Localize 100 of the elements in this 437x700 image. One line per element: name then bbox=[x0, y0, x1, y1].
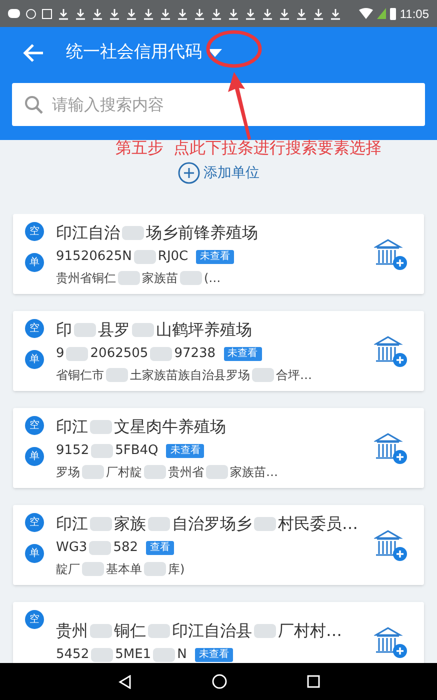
redaction-smear bbox=[91, 444, 114, 458]
wifi-icon bbox=[358, 8, 373, 19]
unit-name: 印 bbox=[56, 319, 72, 342]
unviewed-tag: 未查看 bbox=[166, 444, 204, 458]
download-icon bbox=[245, 8, 256, 20]
back-arrow-icon[interactable] bbox=[22, 43, 44, 63]
download-icon bbox=[92, 8, 103, 20]
add-unit-button[interactable]: 添加单位 bbox=[178, 162, 260, 184]
unit-address: 家族苗… bbox=[230, 464, 278, 481]
unit-address: 厂村靛 bbox=[106, 464, 142, 481]
unit-address: 基本单 bbox=[106, 560, 142, 578]
redaction-smear bbox=[252, 368, 274, 382]
unit-badge: 单 bbox=[25, 447, 44, 466]
unit-card[interactable]: 空 单 印 县罗 山鹤坪养殖场 9 2062505 97238 未查看 省铜仁市 土家族苗族自治县罗场 合坪… bbox=[13, 311, 424, 391]
recents-icon[interactable] bbox=[306, 675, 320, 688]
download-icon bbox=[279, 8, 290, 20]
unit-card[interactable]: 空 单 印江自治 场乡前锋养殖场 91520625N RJ0C 未查看 贵州省铜仁 家族苗 (… bbox=[13, 214, 424, 294]
search-icon bbox=[24, 94, 44, 114]
unit-code: 9152 bbox=[56, 442, 90, 460]
unit-badge: 空 bbox=[25, 513, 44, 532]
home-icon[interactable] bbox=[212, 674, 226, 689]
bank-add-icon bbox=[374, 528, 408, 562]
unit-badge: 空 bbox=[25, 319, 44, 338]
unit-address: (… bbox=[204, 270, 221, 287]
search-type-dropdown[interactable]: 统一社会信用代码 bbox=[66, 40, 222, 66]
redaction-smear bbox=[89, 541, 112, 555]
download-icon bbox=[313, 8, 324, 20]
annotation-caption: 第五步 点此下拉条进行搜索要素选择 bbox=[115, 137, 382, 159]
unit-name: 场乡前锋养殖场 bbox=[146, 222, 258, 244]
annotation-arrow bbox=[228, 72, 252, 140]
redaction-smear bbox=[180, 270, 202, 285]
redaction-smear bbox=[148, 624, 170, 638]
unit-code: 2062505 bbox=[90, 345, 148, 364]
redaction-smear bbox=[254, 517, 276, 532]
signal-icon bbox=[376, 8, 386, 19]
unviewed-tag: 未查看 bbox=[196, 250, 234, 264]
download-icon bbox=[228, 8, 239, 20]
unit-name: 自治罗场乡 bbox=[172, 513, 252, 536]
unit-name: 印江自治 bbox=[56, 222, 120, 244]
unit-code: 9 bbox=[56, 345, 64, 364]
back-icon[interactable] bbox=[118, 674, 132, 688]
bank-add-icon bbox=[374, 431, 408, 465]
bank-add-icon bbox=[374, 625, 408, 659]
redaction-smear bbox=[132, 323, 154, 338]
redaction-smear bbox=[90, 624, 112, 638]
unit-card[interactable]: 空 单 印江 文星肉牛养殖场 9152 5FB4Q 未查看 罗场 厂村靛 贵州省 家族苗… bbox=[13, 408, 424, 488]
download-icon bbox=[160, 8, 171, 20]
unviewed-tag: 未查看 bbox=[194, 648, 233, 662]
unit-name: 山鹤坪养殖场 bbox=[156, 319, 252, 342]
unit-name: 厂村村… bbox=[278, 620, 342, 642]
unit-code: 5ME1 bbox=[115, 646, 152, 663]
unit-code: 5FB4Q bbox=[115, 442, 158, 460]
redaction-smear bbox=[118, 270, 140, 285]
unit-badge: 单 bbox=[25, 544, 44, 563]
unit-address: 靛厂 bbox=[56, 560, 80, 578]
search-field[interactable]: 请输入搜索内容 bbox=[12, 83, 425, 126]
search-field[interactable]: 请输入搜索内容 bbox=[52, 92, 413, 116]
unit-code: N bbox=[177, 646, 187, 663]
unit-address: 家族苗 bbox=[142, 270, 178, 287]
bank-add-icon bbox=[374, 237, 408, 271]
unit-name: 家族 bbox=[114, 513, 146, 536]
unit-name: 文星肉牛养殖场 bbox=[114, 416, 226, 438]
unit-name: 印江 bbox=[56, 416, 88, 438]
unit-address: 贵州省铜仁 bbox=[56, 270, 116, 287]
redaction-smear bbox=[74, 323, 96, 338]
redaction-smear bbox=[134, 250, 156, 264]
bank-add-icon bbox=[374, 334, 408, 368]
annotation-ellipse bbox=[206, 29, 262, 69]
redaction-smear bbox=[66, 347, 88, 361]
caret-icon bbox=[208, 49, 222, 57]
redaction-smear bbox=[206, 464, 228, 479]
unit-name: 铜仁 bbox=[114, 620, 146, 642]
redaction-smear bbox=[148, 517, 170, 532]
redaction-smear bbox=[153, 648, 176, 662]
unit-badge: 空 bbox=[25, 416, 44, 435]
download-icon bbox=[262, 8, 273, 20]
redaction-smear bbox=[254, 624, 276, 638]
redaction-smear bbox=[122, 226, 144, 240]
unit-address: 土家族苗族自治县罗场 bbox=[130, 366, 250, 384]
redaction-smear bbox=[90, 517, 112, 532]
unit-name: 县罗 bbox=[98, 319, 130, 342]
unit-address: 库) bbox=[168, 560, 185, 578]
redaction-smear bbox=[144, 562, 166, 576]
unit-card[interactable]: 空 单 印江 家族 自治罗场乡 村民委员… WG3 582 查看 靛厂 基本单 库) bbox=[13, 505, 424, 585]
download-icon bbox=[143, 8, 154, 20]
unit-code: 5452 bbox=[56, 646, 90, 663]
unit-badge: 单 bbox=[25, 253, 44, 272]
redaction-smear bbox=[150, 347, 172, 361]
unviewed-tag: 未查看 bbox=[224, 347, 262, 361]
download-icon bbox=[296, 8, 307, 20]
unit-address: 合坪… bbox=[276, 366, 312, 384]
download-icon bbox=[126, 8, 137, 20]
unit-code: 91520625N bbox=[56, 248, 132, 266]
redaction-smear bbox=[106, 368, 128, 382]
plus-circle-icon bbox=[178, 162, 200, 184]
unit-address: 省铜仁市 bbox=[56, 366, 104, 384]
download-icon bbox=[194, 8, 205, 20]
unit-code: WG3 bbox=[56, 539, 88, 558]
unit-card[interactable]: 空 贵州 铜仁 印江自治县 厂村村… 5452 5ME1 N 未查看 bbox=[13, 602, 424, 663]
unit-badge: 空 bbox=[25, 610, 44, 629]
